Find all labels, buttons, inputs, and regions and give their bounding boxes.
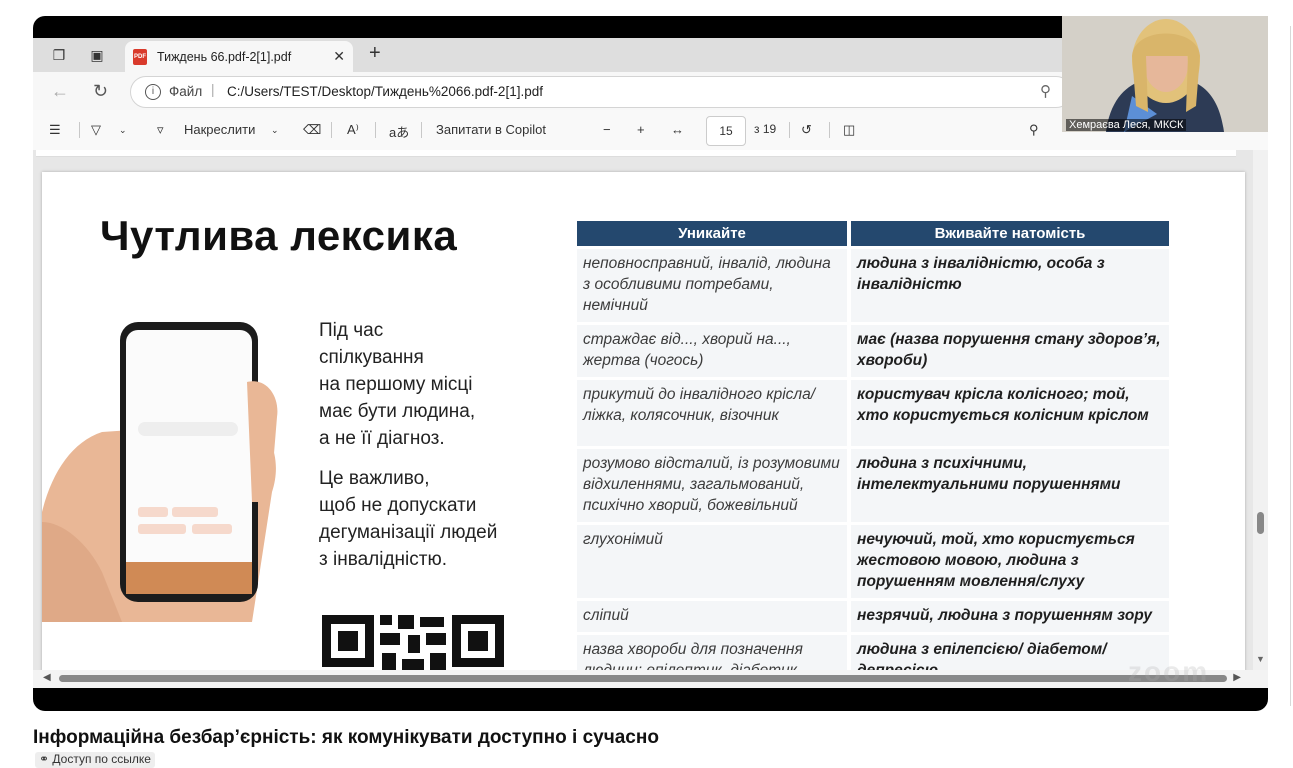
fit-width-icon[interactable]: ↔ [671,122,684,137]
tab-actions-icon[interactable]: ▣ [89,47,105,63]
webcam-tile: Хемраєва Леся, МКСК [1062,16,1268,132]
page-divider [1290,26,1291,706]
avoid-cell: неповносправний, інвалід, людина з особл… [577,249,847,322]
address-bar[interactable]: i Файл | C:/Users/TEST/Desktop/Тиждень%2… [130,76,1072,108]
table-header-row: Уникайте Вживайте натомість [577,221,1169,246]
contents-icon[interactable]: ☰ [49,122,61,138]
back-arrow-icon[interactable]: ← [51,81,69,102]
slide-title: Чутлива лексика [100,212,458,259]
scheme-label: Файл [169,84,203,99]
refresh-icon[interactable]: ↻ [93,81,108,102]
avoid-cell: страждає від..., хворий на..., жертва (ч… [577,325,847,377]
video-title: Інформаційна безбар’єрність: як комуніку… [33,727,659,748]
use-cell: незрячий, людина з порушенням зору [851,601,1169,632]
participant-video [1062,16,1268,132]
eraser-icon[interactable]: ⌫ [303,122,321,138]
rotate-icon[interactable]: ↺ [801,122,812,138]
browser-window: ❐ ▣ PDF Тиждень 66.pdf-2[1].pdf ✕ + ← ↻ … [33,38,1268,688]
avoid-cell: назва хвороби для позначення людини: епі… [577,635,847,672]
qr-code-image [322,615,504,672]
phone-in-hand-image [42,322,278,622]
avoid-cell: сліпий [577,601,847,632]
horizontal-scroll-thumb[interactable] [59,675,1227,682]
vocabulary-table: Уникайте Вживайте натомість неповносправ… [573,218,1173,672]
use-cell: нечуючий, той, хто користується жестовою… [851,525,1169,598]
use-cell: людина з епілепсією/ діабетом/депресією [851,635,1169,672]
column-header-avoid: Уникайте [577,221,847,246]
workspaces-icon[interactable]: ❐ [51,47,67,63]
pdf-page: Чутлива лексика Під час спілкування на п… [42,172,1245,672]
new-tab-icon[interactable]: + [369,42,381,65]
address-url: C:/Users/TEST/Desktop/Тиждень%2066.pdf-2… [227,84,543,99]
table-row: сліпий незрячий, людина з порушенням зору [577,601,1169,632]
use-cell: користувач крісла колісного; той, хто ко… [851,380,1169,446]
toolbar-divider [421,122,422,138]
toolbar-divider [331,122,332,138]
address-separator: | [211,82,215,97]
table-row: неповносправний, інвалід, людина з особл… [577,249,1169,322]
previous-page-edge [36,150,1236,157]
blurb-paragraph: Під час спілкування на першому місці має… [319,320,476,449]
pdf-file-icon: PDF [133,48,147,65]
use-cell: людина з інвалідністю, особа з інвалідні… [851,249,1169,322]
toolbar-divider [829,122,830,138]
info-icon[interactable]: i [145,84,161,100]
chevron-down-icon[interactable]: ⌄ [119,125,127,136]
access-badge: ⚭ Доступ по ссылке [35,752,155,768]
tab-title: Тиждень 66.pdf-2[1].pdf [157,49,292,64]
close-tab-icon[interactable]: ✕ [333,48,345,65]
participant-name: Хемраєва Леся, МКСК [1066,119,1187,131]
highlight-icon[interactable]: ▽ [91,122,101,138]
blurb-paragraph: Це важливо, щоб не допускати дегуманізац… [319,468,498,570]
page-total: з 19 [754,122,777,136]
tab-pdf[interactable]: PDF Тиждень 66.pdf-2[1].pdf ✕ [125,41,353,72]
horizontal-scrollbar[interactable]: ◀ ▶ [33,670,1253,686]
column-header-use: Вживайте натомість [851,221,1169,246]
translate-icon[interactable]: aあ [389,122,409,141]
zoom-watermark: zoom [1128,656,1210,687]
zoom-in-icon[interactable]: + [637,122,645,137]
zoom-icon[interactable]: ⚲ [1040,82,1051,100]
scroll-right-arrow-icon[interactable]: ▶ [1233,672,1241,683]
avoid-cell: прикутий до інвалідного крісла/ ліжка, к… [577,380,847,446]
table-row: страждає від..., хворий на..., жертва (ч… [577,325,1169,377]
chevron-down-icon[interactable]: ⌄ [271,125,279,136]
use-cell: людина з психічними, інтелектуальними по… [851,449,1169,522]
access-label: Доступ по ссылке [52,752,151,766]
avoid-cell: глухонімий [577,525,847,598]
zoom-out-icon[interactable]: − [603,122,611,137]
pdf-viewer[interactable]: Чутлива лексика Під час спілкування на п… [33,150,1253,672]
table-row: назва хвороби для позначення людини: епі… [577,635,1169,672]
use-cell: має (назва порушення стану здоров’я, хво… [851,325,1169,377]
draw-label[interactable]: Накреслити [184,122,255,137]
slide-blurb: Під час спілкування на першому місці має… [319,317,497,586]
toolbar-divider [375,122,376,138]
toolbar-divider [789,122,790,138]
read-aloud-icon[interactable]: A⁾ [347,122,359,138]
toolbar-divider [79,122,80,138]
scroll-left-arrow-icon[interactable]: ◀ [43,672,51,683]
table-row: розумово відсталий, із розумовими відхил… [577,449,1169,522]
vertical-scrollbar[interactable]: ▼ [1253,150,1268,670]
page-view-icon[interactable]: ◫ [843,122,855,138]
draw-icon[interactable]: ▿ [157,122,164,138]
copilot-button[interactable]: Запитати в Copilot [436,122,546,137]
find-icon[interactable]: ⚲ [1029,122,1039,138]
vertical-scroll-thumb[interactable] [1257,512,1264,534]
avoid-cell: розумово відсталий, із розумовими відхил… [577,449,847,522]
table-row: глухонімий нечуючий, той, хто користуєтьс… [577,525,1169,598]
scroll-down-arrow-icon[interactable]: ▼ [1256,654,1265,664]
table-row: прикутий до інвалідного крісла/ ліжка, к… [577,380,1169,446]
page-number-input[interactable]: 15 [706,116,746,146]
